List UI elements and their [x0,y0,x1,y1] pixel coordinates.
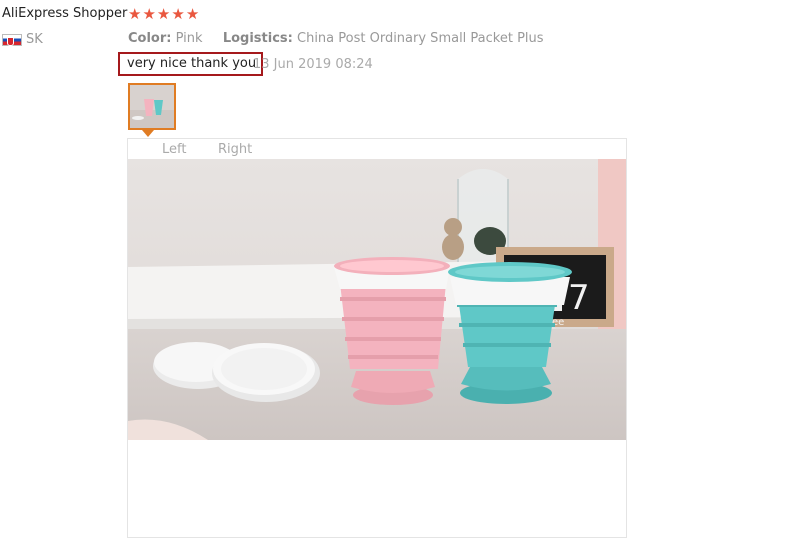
color-label: Color: [128,31,172,46]
thumbnail-pointer-icon [142,130,154,137]
review-text: very nice thank you [118,52,264,76]
previous-photo-link[interactable]: Left [162,142,186,157]
star-icon: ★ [128,5,142,23]
country-code: SK [26,32,43,47]
star-icon: ★ [171,5,185,23]
color-value: Pink [175,31,203,46]
star-rating: ★ ★ ★ ★ ★ [128,5,199,23]
review-date: 13 Jun 2019 08:24 [253,57,373,72]
logistics-value: China Post Ordinary Small Packet Plus [297,31,544,46]
review-photo: 7 ee [128,159,626,440]
clock-digit: 7 [568,278,590,318]
logistics-label: Logistics: [222,31,293,46]
star-icon: ★ [142,5,156,23]
photo-thumbnail[interactable] [128,83,176,130]
order-attributes: Color: Pink Logistics: China Post Ordina… [128,31,544,46]
slovakia-flag-icon [2,33,22,46]
star-icon: ★ [185,5,200,23]
reviewer-name: AliExpress Shopper [2,6,128,21]
photo-viewer: Left Right 7 ee [127,138,627,538]
next-photo-link[interactable]: Right [218,142,252,157]
star-icon: ★ [156,5,171,23]
reviewer-country: SK [2,32,43,47]
